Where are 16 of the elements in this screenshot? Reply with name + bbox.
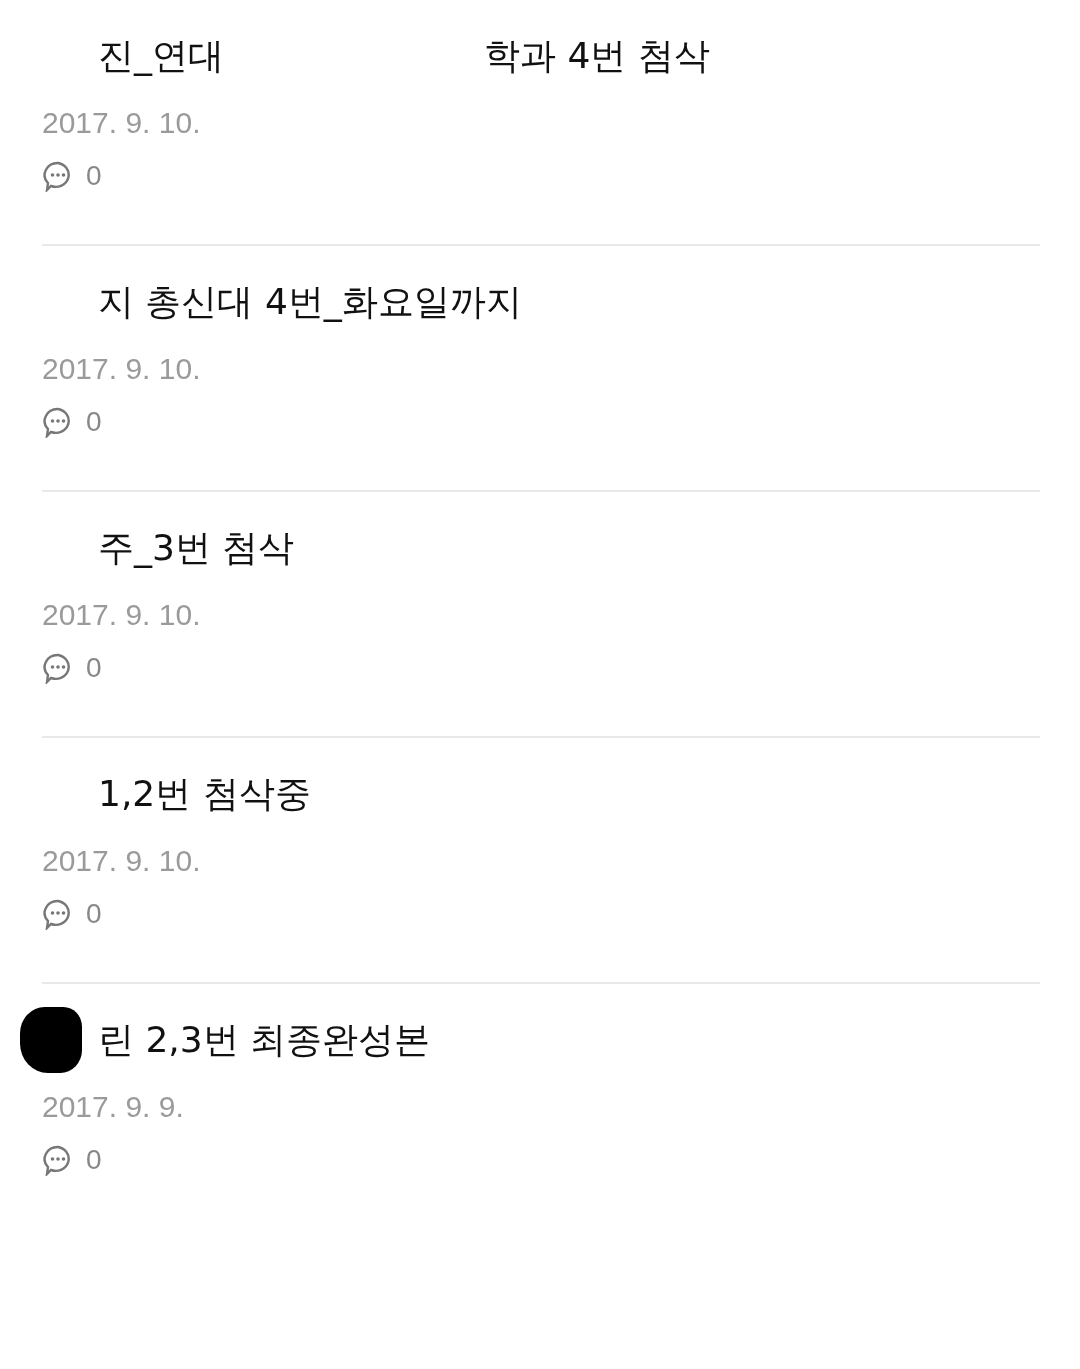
post-title[interactable]: 진_연대 [98,31,224,81]
post-title[interactable]: 지 총신대 4번_화요일까지 [98,277,522,327]
post-date: 2017. 9. 10. [42,844,202,878]
comment-count: 0 [86,898,102,930]
post-date: 2017. 9. 10. [42,598,202,632]
post-title[interactable]: 린 2,3번 최종완성본 [98,1015,431,1065]
comment-count: 0 [86,652,102,684]
post-date: 2017. 9. 9. [42,1090,185,1124]
comment-count: 0 [86,406,102,438]
post-date: 2017. 9. 10. [42,352,202,386]
comment-count: 0 [86,160,102,192]
post-date: 2017. 9. 10. [42,106,202,140]
post-title[interactable]: 주_3번 첨삭 [98,523,295,573]
post-title[interactable]: 학과 4번 첨삭 [484,31,710,81]
post-title[interactable]: 1,2번 첨삭중 [98,769,311,819]
comment-count: 0 [86,1144,102,1176]
